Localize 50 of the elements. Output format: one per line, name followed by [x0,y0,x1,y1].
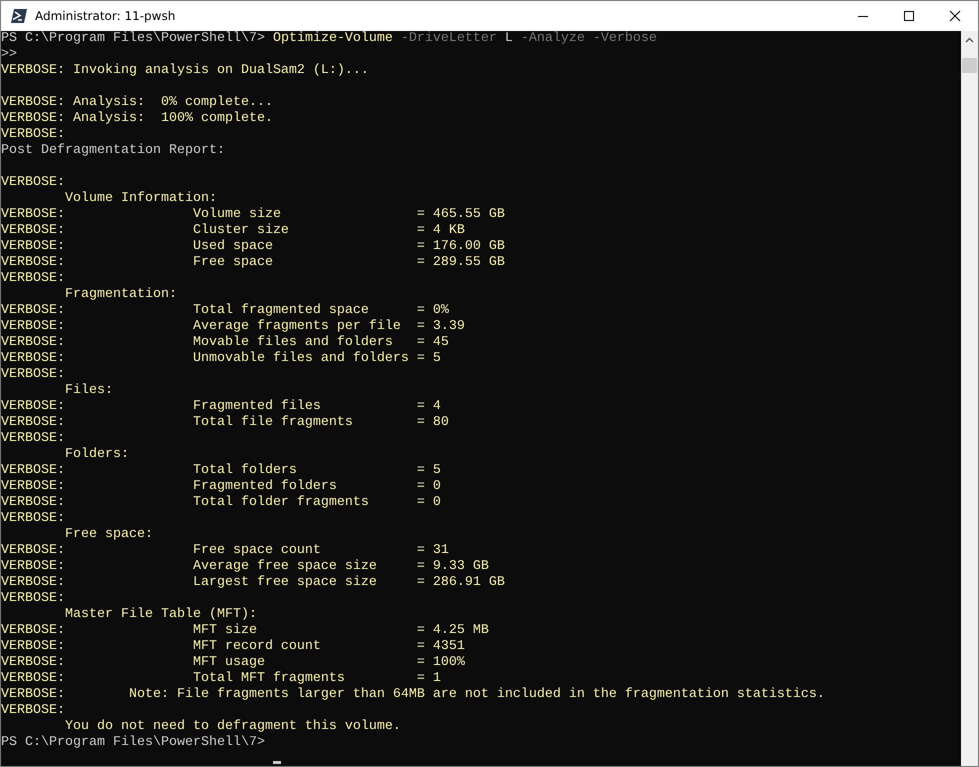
console-line: Folders: [64,447,129,463]
console-line: VERBOSE: [1,703,65,719]
console-line: VERBOSE: Largest free space size = 286.91 GB [1,575,505,591]
console-line: VERBOSE: Movable files and folders = 45 [1,335,449,351]
console-line: VERBOSE: Total folders = 5 [1,463,441,479]
scrollbar-thumb[interactable] [962,58,977,73]
console-line: VERBOSE: Used space = 176.00 GB [1,239,505,255]
console-line: VERBOSE: Note: File fragments larger than 64MB are not included in the fragmentation statistics. [1,687,825,703]
console-line: VERBOSE: Average fragments per file = 3.39 [1,319,465,335]
console-line: VERBOSE: Free space count = 31 [1,543,449,559]
console-line: Files: [64,383,113,399]
scrollbar[interactable] [961,31,978,766]
console-line: VERBOSE: Volume size = 465.55 GB [1,207,505,223]
console-line: VERBOSE: Total MFT fragments = 1 [1,671,441,687]
console-line: VERBOSE: MFT size = 4.25 MB [1,623,489,639]
console-line: VERBOSE: Cluster size = 4 KB [1,223,465,239]
text-cursor [273,761,281,764]
console-line: VERBOSE: Analysis: 100% complete. [1,111,273,127]
console-line: >> [1,47,17,63]
console-line: VERBOSE: Fragmented folders = 0 [1,479,441,495]
command-line: PS C:\Program Files\PowerShell\7> Optimize-Volume -DriveLetter L -Analyze -Verbose [1,31,657,47]
console-line: VERBOSE: [1,175,65,191]
console-line: VERBOSE: Total folder fragments = 0 [1,495,441,511]
console-line: VERBOSE: [1,431,65,447]
console-line: VERBOSE: Total file fragments = 80 [1,415,449,431]
console-line: VERBOSE: MFT record count = 4351 [1,639,465,655]
window-title: Administrator: 11-pwsh [35,9,176,23]
console-line: VERBOSE: Total fragmented space = 0% [1,303,449,319]
console-line: VERBOSE: [1,127,65,143]
console-line: VERBOSE: Free space = 289.55 GB [1,255,505,271]
terminal-icon [11,9,27,23]
console-line: Fragmentation: [64,287,177,303]
close-icon [949,10,961,22]
console-line: VERBOSE: MFT usage = 100% [1,655,465,671]
console-line: VERBOSE: Analysis: 0% complete... [1,95,273,111]
console-line: VERBOSE: [1,591,65,607]
console-line: VERBOSE: Unmovable files and folders = 5 [1,351,441,367]
console-line: VERBOSE: [1,367,65,383]
console-line: VERBOSE: Fragmented files = 4 [1,399,441,415]
console-line: Post Defragmentation Report: [1,143,225,159]
console-line: Free space: [64,527,153,543]
console-line: PS C:\Program Files\PowerShell\7> [1,735,265,751]
console-line: VERBOSE: [1,511,65,527]
maximize-icon [903,10,915,22]
console-line: VERBOSE: Average free space size = 9.33 GB [1,559,489,575]
console-line: Volume Information: [64,191,217,207]
console-line: Master File Table (MFT): [64,607,257,623]
console-line: VERBOSE: [1,271,65,287]
console-line: You do not need to defragment this volume. [64,719,401,735]
console-line: VERBOSE: Invoking analysis on DualSam2 (L:)... [1,63,369,79]
